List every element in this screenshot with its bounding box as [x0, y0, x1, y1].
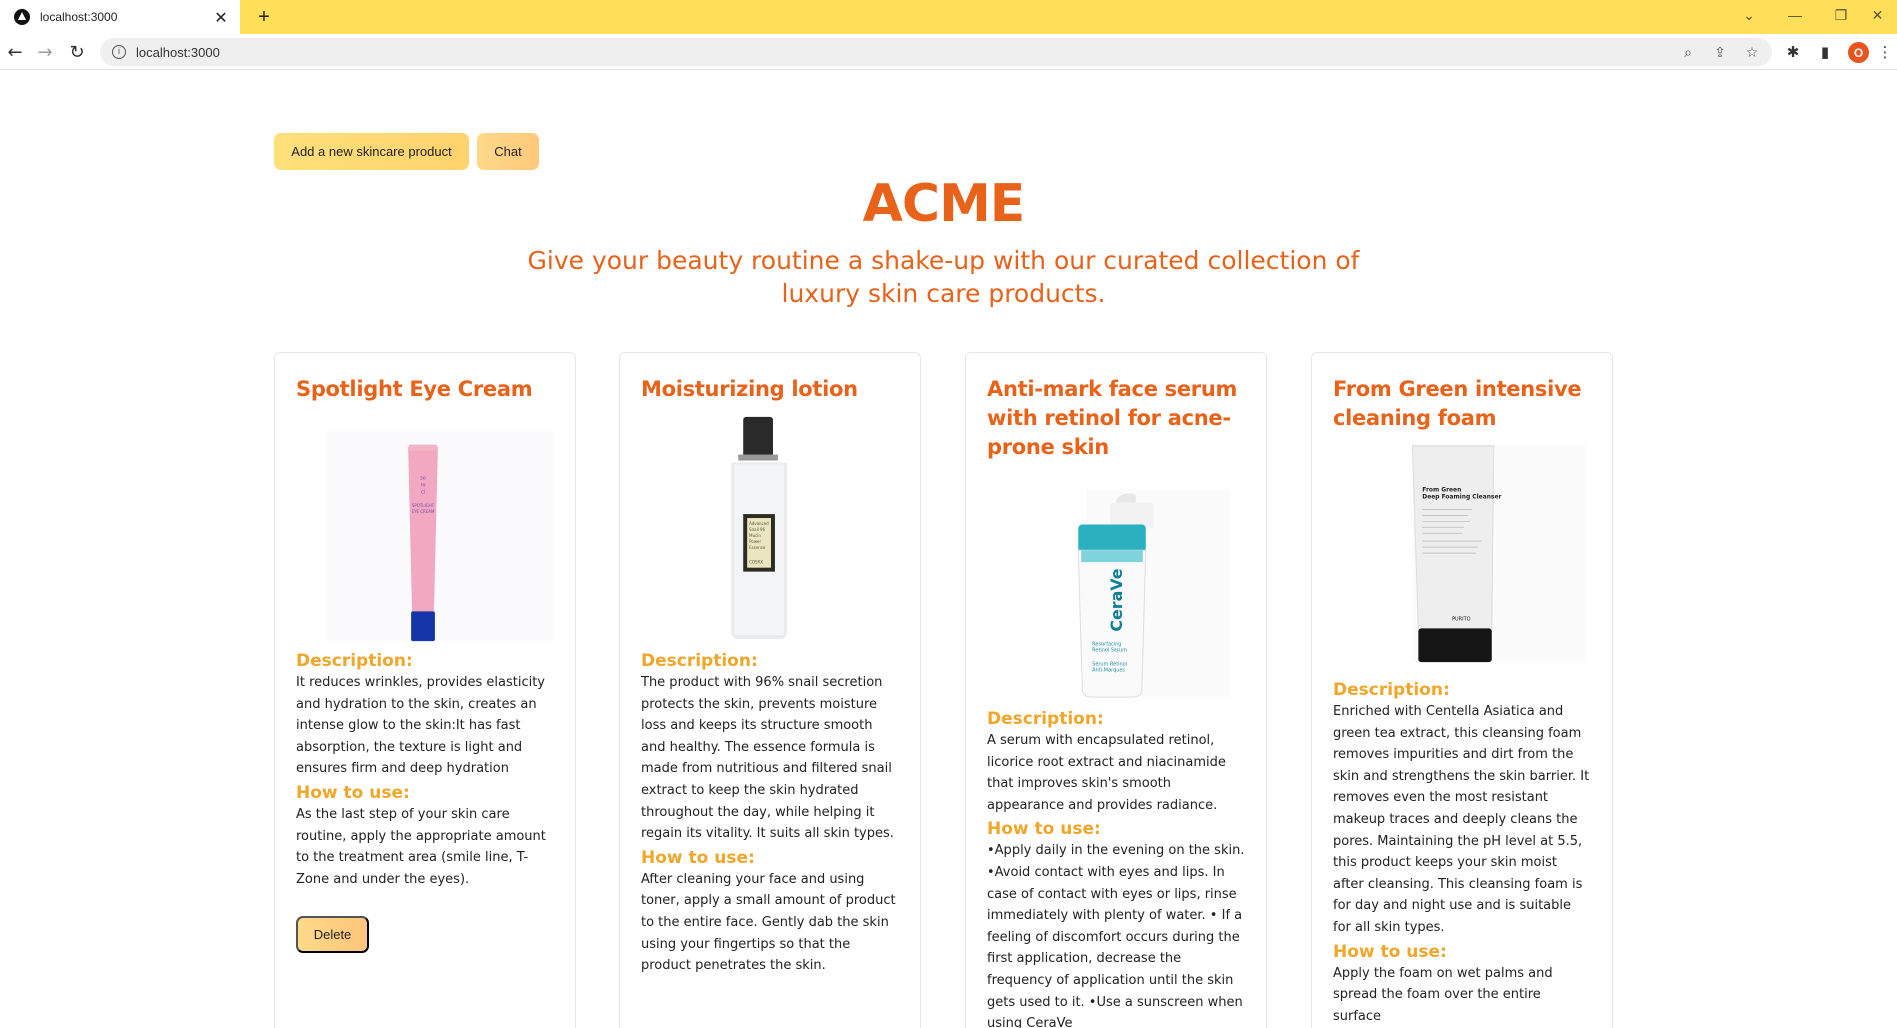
- package-text: Advanced: [749, 521, 769, 526]
- tagline: Give your beauty routine a shake-up with…: [527, 246, 1360, 308]
- product-image: Advanced Snail 96 Mucin Power Essence CO…: [731, 416, 787, 640]
- package-text: From Green: [1422, 486, 1461, 493]
- how-to-use-heading: How to use:: [987, 819, 1101, 840]
- side-panel-icon[interactable]: ▮: [1814, 41, 1836, 63]
- chat-button[interactable]: Chat: [477, 133, 539, 170]
- description-heading: Description:: [641, 651, 758, 671]
- product-title: Anti-mark face serum with retinol for ac…: [987, 377, 1238, 459]
- site-info-icon[interactable]: i: [112, 45, 126, 59]
- menu-icon[interactable]: ⋮: [1874, 41, 1896, 63]
- package-text: ci: [421, 489, 425, 495]
- package-text: SPOTLIGHT: [412, 503, 435, 508]
- tab-title: localhost:3000: [40, 10, 118, 24]
- url-text[interactable]: localhost:3000: [136, 45, 220, 60]
- extensions-icon[interactable]: ✱: [1782, 41, 1804, 63]
- minimize-icon[interactable]: —: [1772, 0, 1818, 30]
- favicon-icon: [14, 9, 30, 25]
- forward-icon[interactable]: →: [32, 39, 58, 65]
- product-title: From Green intensive cleaning foam: [1333, 377, 1582, 430]
- description-text: Enriched with Centella Asiatica and gree…: [1333, 704, 1590, 935]
- product-image: From Green Deep Foaming Cleanser PURITO: [1411, 443, 1587, 663]
- how-to-use-heading: How to use:: [1333, 941, 1447, 962]
- package-text: so: [420, 475, 426, 481]
- page-content: Add a new skincare product Chat ACME Giv…: [0, 71, 1897, 1028]
- tab-search-icon[interactable]: ⌄: [1726, 0, 1772, 30]
- browser-tab-strip: localhost:3000 ✕ + ⌄ — ❐ ✕: [0, 0, 1897, 34]
- package-text: COSRX: [749, 560, 763, 565]
- how-to-use-text: After cleaning your face and using toner…: [641, 871, 896, 974]
- how-to-use-heading: How to use:: [641, 847, 755, 868]
- product-title: Moisturizing lotion: [641, 377, 858, 401]
- product-card: From Green intensive cleaning foam From …: [1311, 352, 1613, 1028]
- browser-toolbar: ← → ↻ i localhost:3000 ⌕ ⇪ ☆ ✱ ▮ O ⋮: [0, 34, 1897, 70]
- package-text: Anti-Marques: [1092, 667, 1125, 673]
- add-product-button[interactable]: Add a new skincare product: [274, 133, 469, 170]
- product-card: Anti-mark face serum with retinol for ac…: [965, 352, 1267, 1028]
- how-to-use-text: As the last step of your skin care routi…: [296, 806, 546, 887]
- package-text: Mucin: [749, 533, 761, 538]
- browser-tab[interactable]: localhost:3000 ✕: [0, 0, 240, 34]
- how-to-use-text: Apply the foam on wet palms and spread t…: [1333, 965, 1553, 1024]
- delete-button[interactable]: Delete: [296, 916, 369, 954]
- new-tab-icon[interactable]: +: [252, 5, 276, 29]
- how-to-use-heading: How to use:: [296, 782, 410, 803]
- package-text: Essence: [749, 545, 766, 550]
- package-text: Power: [749, 539, 761, 544]
- package-text: CeraVe: [1107, 569, 1126, 632]
- brand-title: ACME: [862, 174, 1026, 234]
- description-heading: Description:: [1333, 680, 1450, 700]
- package-text: ro: [421, 482, 426, 488]
- description-text: A serum with encapsulated retinol, licor…: [987, 733, 1226, 813]
- product-card: Moisturizing lotion Advanced Snail 96 Mu…: [619, 352, 921, 1028]
- address-bar[interactable]: i localhost:3000 ⌕ ⇪ ☆: [100, 38, 1772, 66]
- share-icon[interactable]: ⇪: [1710, 43, 1730, 63]
- product-image: so ro ci SPOTLIGHT EYE CREAM: [325, 430, 554, 642]
- bookmark-star-icon[interactable]: ☆: [1742, 43, 1762, 63]
- package-text: Retinol Serum: [1092, 647, 1127, 653]
- profile-avatar[interactable]: O: [1848, 42, 1869, 63]
- package-text: Sérum Rétinol: [1092, 660, 1127, 667]
- package-text: EYE CREAM: [412, 509, 435, 514]
- close-window-icon[interactable]: ✕: [1858, 0, 1897, 30]
- product-title: Spotlight Eye Cream: [296, 377, 533, 401]
- description-text: The product with 96% snail secretion pro…: [641, 675, 894, 842]
- package-text: Deep Foaming Cleanser: [1422, 493, 1501, 500]
- back-icon[interactable]: ←: [2, 39, 28, 65]
- description-text: It reduces wrinkles, provides elasticity…: [296, 675, 545, 777]
- description-heading: Description:: [987, 709, 1104, 729]
- package-text: PURITO: [1452, 616, 1471, 622]
- product-card: Spotlight Eye Cream so ro ci SPOTLIGHT E…: [274, 352, 576, 1028]
- package-text: Snail 96: [749, 527, 765, 532]
- product-image: CeraVe Resurfacing Retinol Serum Sérum R…: [1077, 488, 1231, 698]
- zoom-icon[interactable]: ⌕: [1678, 43, 1698, 63]
- how-to-use-text: •Apply daily in the evening on the skin.…: [987, 843, 1245, 1028]
- description-heading: Description:: [296, 651, 413, 671]
- reload-icon[interactable]: ↻: [64, 39, 90, 65]
- close-tab-icon[interactable]: ✕: [210, 6, 232, 28]
